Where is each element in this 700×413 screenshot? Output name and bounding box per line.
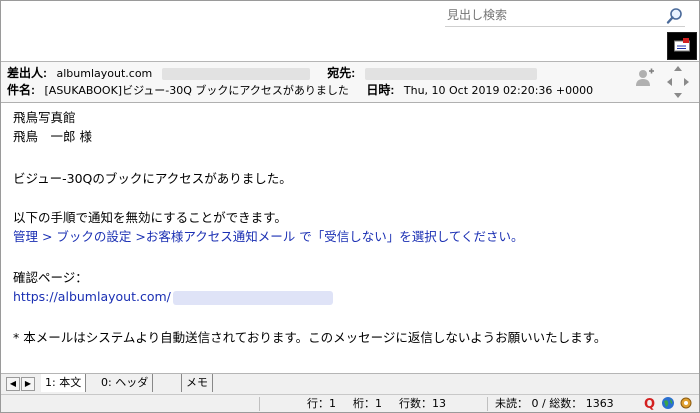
tab-body[interactable]: 1: 本文 <box>41 374 87 392</box>
subject-value: [ASUKABOOK]ビジュー-30Q ブックにアクセスがありました <box>44 84 349 97</box>
from-label: 差出人: <box>7 66 47 80</box>
date-label: 日時: <box>366 83 395 97</box>
header-icons <box>635 64 693 100</box>
svg-text:Q: Q <box>644 397 655 410</box>
body-line-disable-hint: 以下の手順で通知を無効にすることができます。 <box>13 210 287 225</box>
to-address-redacted <box>364 68 537 80</box>
from-row: 差出人: albumlayout.com 宛先: <box>7 65 537 81</box>
status-unread-total: 未読： 0 / 総数： 1363 <box>495 397 614 410</box>
date-value: Thu, 10 Oct 2019 02:20:36 +0000 <box>403 84 594 97</box>
body-line-auto-notice: * 本メールはシステムより自動送信されております。このメッセージに返信しないよう… <box>13 330 607 345</box>
status-divider <box>487 397 488 411</box>
globe-icon <box>661 396 675 412</box>
tab-scroll-right-button[interactable]: ▶ <box>21 377 35 391</box>
message-header: 差出人: albumlayout.com 宛先: 件名: [ASUKABOOK]… <box>1 62 699 103</box>
settings-icon <box>679 396 693 412</box>
navigate-arrows-icon[interactable] <box>665 64 691 100</box>
subject-row: 件名: [ASUKABOOK]ビジュー-30Q ブックにアクセスがありました 日… <box>7 82 593 98</box>
status-bar: 行：1 桁：1 行数：13 未読： 0 / 総数： 1363 Q <box>1 394 699 412</box>
tab-header[interactable]: 0: ヘッダ <box>97 374 154 392</box>
body-line-studio: 飛鳥写真館 <box>13 110 76 125</box>
add-contact-icon[interactable] <box>635 68 655 88</box>
search-box[interactable] <box>445 6 685 27</box>
mail-action-button[interactable] <box>667 32 697 60</box>
message-body[interactable]: 飛鳥写真館 飛鳥 一郎 様 ビジュー-30Qのブックにアクセスがありました。 以… <box>1 103 699 371</box>
status-col: 桁：1 <box>353 397 382 410</box>
to-label: 宛先: <box>327 66 356 80</box>
status-row: 行：1 <box>307 397 336 410</box>
q-status-icon: Q <box>643 396 657 412</box>
body-line-steps: 管理 > ブックの設定 >お客様アクセス通知メール で「受信しない」を選択してく… <box>13 229 524 244</box>
body-line-confirm-label: 確認ページ： <box>13 270 88 285</box>
toolbar <box>1 1 699 62</box>
search-input[interactable] <box>447 6 662 24</box>
mail-viewer-window: 差出人: albumlayout.com 宛先: 件名: [ASUKABOOK]… <box>0 0 700 413</box>
body-line-recipient: 飛鳥 一郎 様 <box>13 129 92 144</box>
search-icon[interactable] <box>665 6 685 26</box>
status-divider <box>259 397 260 411</box>
from-address-redacted <box>161 68 310 80</box>
view-tabs: ◀ ▶ 1: 本文 0: ヘッダ メモ <box>1 373 699 394</box>
tab-scroll-left-button[interactable]: ◀ <box>6 377 20 391</box>
from-value: albumlayout.com <box>56 67 153 80</box>
tab-memo[interactable]: メモ <box>181 374 213 392</box>
envelope-icon <box>674 38 690 52</box>
subject-label: 件名: <box>7 83 35 97</box>
confirm-page-link[interactable]: https://albumlayout.com/ <box>13 289 171 304</box>
confirm-link-row: https://albumlayout.com/ <box>13 288 333 306</box>
link-redacted <box>172 290 333 305</box>
status-line-count: 行数：13 <box>399 397 446 410</box>
body-line-access-notice: ビジュー-30Qのブックにアクセスがありました。 <box>13 171 292 186</box>
